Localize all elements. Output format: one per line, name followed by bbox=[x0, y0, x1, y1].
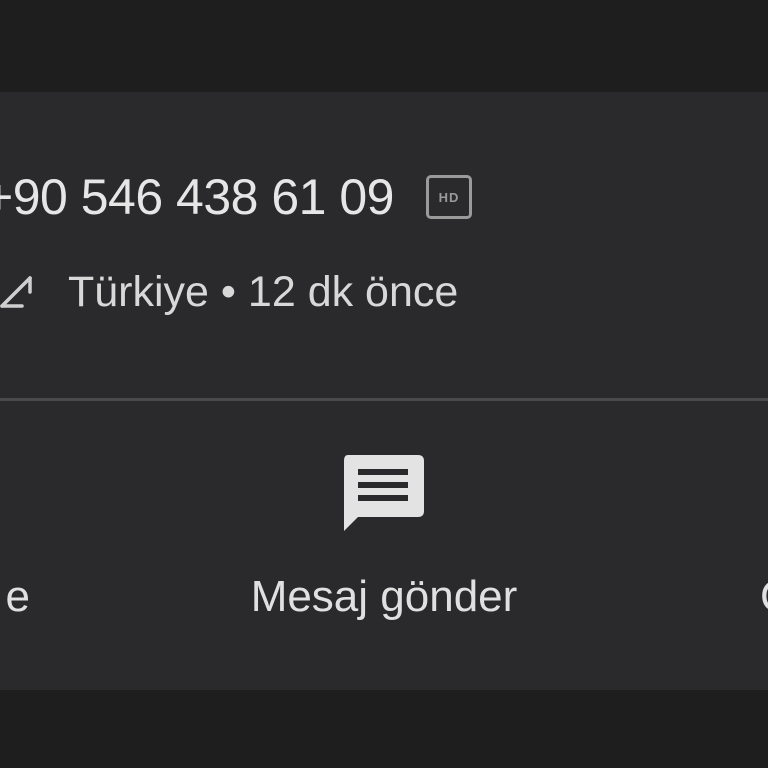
outgoing-call-arrow-icon bbox=[0, 276, 32, 308]
call-detail-card: +90 546 438 61 09 HD Türkiye • 12 dk önc… bbox=[0, 92, 768, 690]
action-right-label: G bbox=[760, 575, 768, 619]
call-detail-screen: +90 546 438 61 09 HD Türkiye • 12 dk önc… bbox=[0, 0, 768, 768]
send-message-button[interactable]: Mesaj gönder bbox=[214, 401, 554, 690]
hd-icon: HD bbox=[425, 175, 472, 219]
action-left-label: e bbox=[5, 572, 30, 621]
message-icon bbox=[344, 455, 424, 531]
phone-number: +90 546 438 61 09 bbox=[0, 169, 394, 225]
call-entry[interactable]: +90 546 438 61 09 HD Türkiye • 12 dk önc… bbox=[0, 92, 768, 398]
action-button-left[interactable]: e bbox=[0, 401, 30, 690]
call-meta-line: Türkiye • 12 dk önce bbox=[0, 270, 458, 314]
number-line: +90 546 438 61 09 HD bbox=[0, 172, 472, 222]
action-bar: e Mesaj gönder G bbox=[0, 401, 768, 690]
action-button-right[interactable]: G bbox=[760, 401, 768, 690]
call-meta-text: Türkiye • 12 dk önce bbox=[68, 267, 459, 316]
hd-badge-label: HD bbox=[438, 189, 460, 205]
send-message-label: Mesaj gönder bbox=[250, 572, 518, 621]
